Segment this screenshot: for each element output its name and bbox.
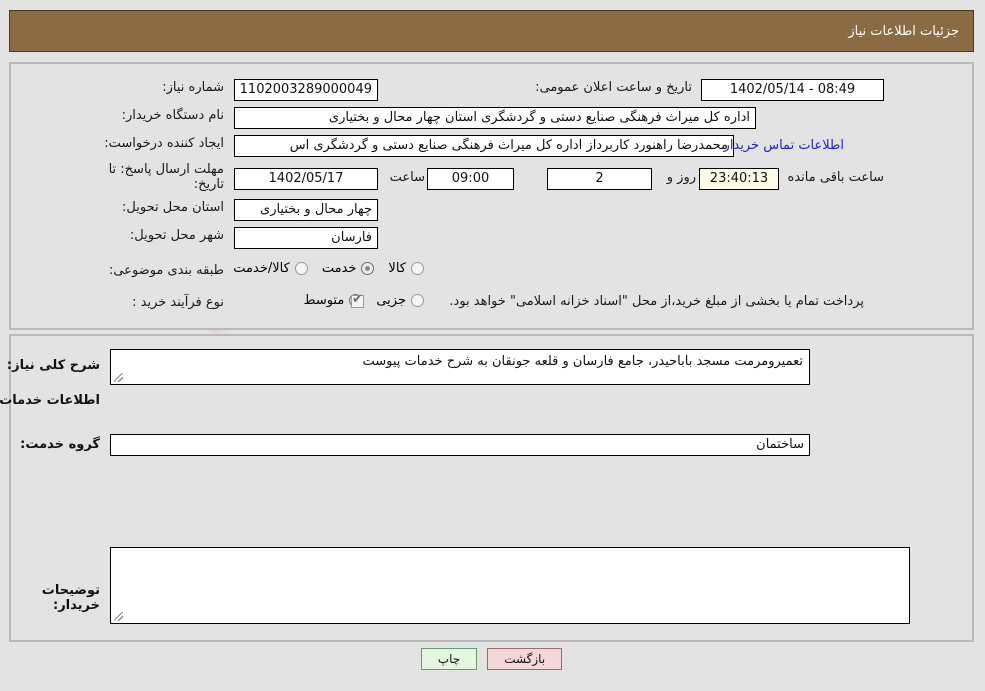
need-number-label: شماره نیاز: (163, 80, 225, 95)
buyer-org-value: اداره کل میراث فرهنگی صنایع دستی و گردشگ… (235, 107, 757, 129)
deadline-time-value: 09:00 (428, 168, 515, 190)
radio-process-1-label: متوسط (304, 293, 346, 308)
remaining-days-label: روز و (667, 170, 697, 185)
remaining-time-suffix: ساعت باقی مانده (788, 170, 885, 185)
need-info-panel (10, 62, 975, 330)
treasury-docs-note: پرداخت تمام یا بخشی از مبلغ خرید،از محل … (450, 294, 865, 309)
remaining-time-countdown: 23:40:13 (700, 168, 780, 190)
process-label: نوع فرآیند خرید : (133, 295, 225, 310)
services-section-title: اطلاعات خدمات مورد نیاز (0, 393, 101, 408)
service-group-value: ساختمان (111, 434, 811, 456)
province-label-wrap: استان محل تحویل: (123, 200, 225, 215)
page-header: جزئیات اطلاعات نیاز (10, 10, 975, 52)
announce-datetime-label: تاریخ و ساعت اعلان عمومی: (536, 80, 693, 95)
buyer-notes-textarea[interactable] (111, 547, 911, 624)
buyer-contact-link[interactable]: اطلاعات تماس خریدار (725, 138, 845, 153)
deadline-label: مهلت ارسال پاسخ: تا تاریخ: (109, 162, 225, 192)
radio-category-2[interactable] (295, 262, 309, 275)
category-radio-group: کالا خدمت کالا/خدمت (220, 261, 425, 276)
page-title: جزئیات اطلاعات نیاز (849, 23, 960, 39)
back-button[interactable]: بازگشت (488, 648, 564, 670)
treasury-docs-checkbox[interactable] (352, 292, 365, 308)
requester-value: محمدرضا راهنورد کاربرداز اداره کل میراث … (235, 135, 735, 157)
action-button-bar: بازگشت چاپ (0, 648, 985, 670)
province-label: استان محل تحویل: (123, 200, 225, 215)
requester-label: ایجاد کننده درخواست: (105, 136, 225, 151)
announce-datetime-value: 08:49 - 1402/05/14 (702, 79, 885, 101)
description-textarea[interactable]: تعمیرومرمت مسجد باباحیدر، جامع فارسان و … (111, 349, 811, 385)
radio-category-0[interactable] (412, 262, 425, 275)
service-group-label: گروه خدمت: (21, 437, 101, 452)
requester-label-wrap: ایجاد کننده درخواست: (105, 136, 225, 151)
print-button[interactable]: چاپ (421, 648, 479, 670)
buyer-org-label: نام دستگاه خریدار: (122, 108, 225, 123)
radio-category-0-label: کالا (389, 261, 407, 276)
announce-datetime-label-wrap: تاریخ و ساعت اعلان عمومی: (536, 80, 693, 95)
category-label: طبقه بندی موضوعی: (109, 263, 225, 278)
category-label-wrap: طبقه بندی موضوعی: (110, 263, 225, 278)
remaining-days-value: 2 (548, 168, 653, 190)
buyer-org-label-wrap: نام دستگاه خریدار: (123, 108, 225, 123)
province-value: چهار محال و بختیاری (235, 199, 379, 221)
need-number-value: 1102003289000049 (235, 79, 379, 101)
radio-category-1-label: خدمت (322, 261, 358, 276)
radio-process-0-label: جزیی (377, 293, 407, 308)
radio-process-0[interactable] (412, 294, 425, 307)
city-label-wrap: شهر محل تحویل: (131, 228, 225, 243)
deadline-hour-label: ساعت (390, 170, 426, 185)
deadline-date-value: 1402/05/17 (235, 168, 379, 190)
city-label: شهر محل تحویل: (130, 228, 225, 243)
city-value: فارسان (235, 227, 379, 249)
process-label-wrap: نوع فرآیند خرید : (133, 295, 225, 310)
description-label: شرح کلی نیاز: (7, 358, 101, 373)
buyer-notes-label: توضیحات خریدار: (42, 583, 101, 613)
need-number-label-wrap: شماره نیاز: (163, 80, 225, 95)
radio-category-1[interactable] (362, 262, 376, 275)
radio-category-2-label: کالا/خدمت (234, 261, 291, 276)
